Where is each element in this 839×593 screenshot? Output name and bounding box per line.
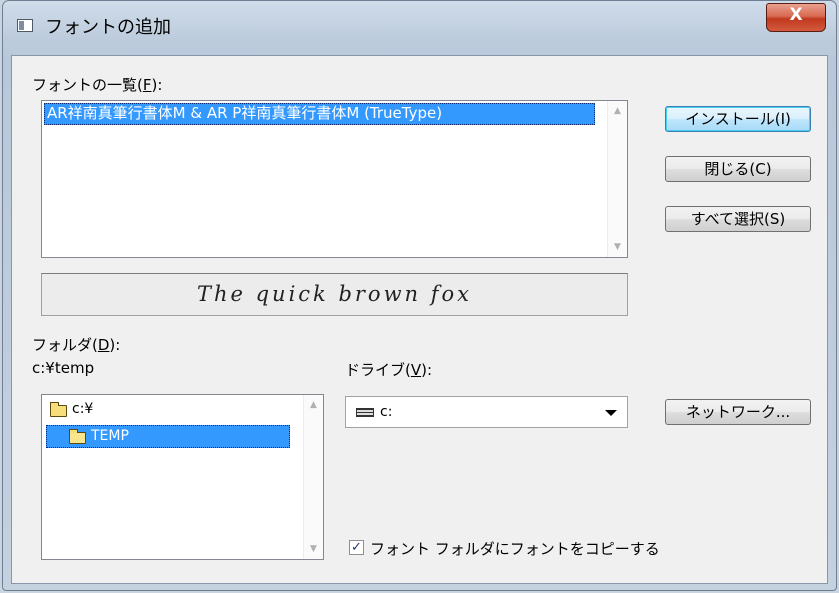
font-preview-text: The quick brown fox: [196, 282, 473, 306]
scroll-up-arrow-icon[interactable]: ▲: [304, 395, 323, 413]
drive-accel: V: [410, 361, 422, 379]
folder-item-label: c:¥: [72, 401, 94, 417]
font-list-label-text: フォントの一覧(: [32, 76, 143, 94]
dialog-body: フォントの一覧(F): AR祥南真筆行書体M & AR P祥南真筆行書体M (T…: [11, 55, 828, 584]
select-all-button[interactable]: すべて選択(S): [665, 206, 811, 232]
current-folder-path: c:¥temp: [32, 359, 95, 377]
window-icon: [17, 19, 33, 32]
close-icon: X: [789, 5, 803, 25]
checkmark-icon: ✓: [351, 540, 362, 555]
folder-icon: [50, 402, 67, 417]
font-list-scrollbar[interactable]: ▲ ▼: [607, 101, 627, 257]
close-button[interactable]: X: [766, 3, 826, 32]
folder-label-end: ):: [109, 336, 121, 354]
scroll-down-arrow-icon[interactable]: ▼: [304, 541, 323, 559]
network-button[interactable]: ネットワーク...: [665, 399, 811, 425]
drive-label: ドライブ(V):: [345, 359, 432, 380]
install-button[interactable]: インストール(I): [665, 106, 811, 132]
folder-item-label: TEMP: [91, 428, 129, 444]
window-title: フォントの追加: [45, 17, 171, 38]
drive-icon: [356, 408, 374, 417]
scroll-up-arrow-icon[interactable]: ▲: [608, 101, 627, 119]
font-list[interactable]: AR祥南真筆行書体M & AR P祥南真筆行書体M (TrueType) ▲ ▼: [41, 100, 628, 258]
folder-label: フォルダ(D):: [32, 334, 120, 355]
chevron-down-icon[interactable]: [605, 410, 617, 416]
folder-list-scrollbar[interactable]: ▲ ▼: [303, 395, 323, 559]
font-list-accel: F: [142, 76, 152, 94]
add-fonts-dialog: フォントの追加 X フォントの一覧(F): AR祥南真筆行書体M & AR P祥…: [2, 0, 837, 591]
folder-list[interactable]: c:¥ TEMP ▲ ▼: [41, 394, 324, 560]
font-list-item[interactable]: AR祥南真筆行書体M & AR P祥南真筆行書体M (TrueType): [44, 103, 595, 125]
folder-item-root[interactable]: c:¥: [46, 399, 286, 421]
title-bar[interactable]: フォントの追加 X: [3, 1, 836, 53]
copy-to-fonts-checkbox[interactable]: ✓: [349, 540, 364, 555]
open-folder-icon: [69, 429, 86, 444]
drive-label-text: ドライブ(: [345, 361, 411, 379]
close-dialog-button[interactable]: 閉じる(C): [665, 156, 811, 182]
folder-item-temp[interactable]: TEMP: [46, 425, 290, 448]
font-list-label-end: ):: [151, 76, 163, 94]
copy-to-fonts-label[interactable]: フォント フォルダにフォントをコピーする: [370, 538, 660, 559]
folder-accel: D: [97, 336, 110, 354]
drive-selected-value: c:: [380, 404, 393, 420]
font-preview: The quick brown fox: [41, 273, 628, 316]
folder-label-text: フォルダ(: [32, 336, 98, 354]
font-list-label: フォントの一覧(F):: [32, 74, 162, 95]
drive-select[interactable]: c:: [345, 396, 628, 428]
drive-label-end: ):: [421, 361, 433, 379]
scroll-down-arrow-icon[interactable]: ▼: [608, 239, 627, 257]
